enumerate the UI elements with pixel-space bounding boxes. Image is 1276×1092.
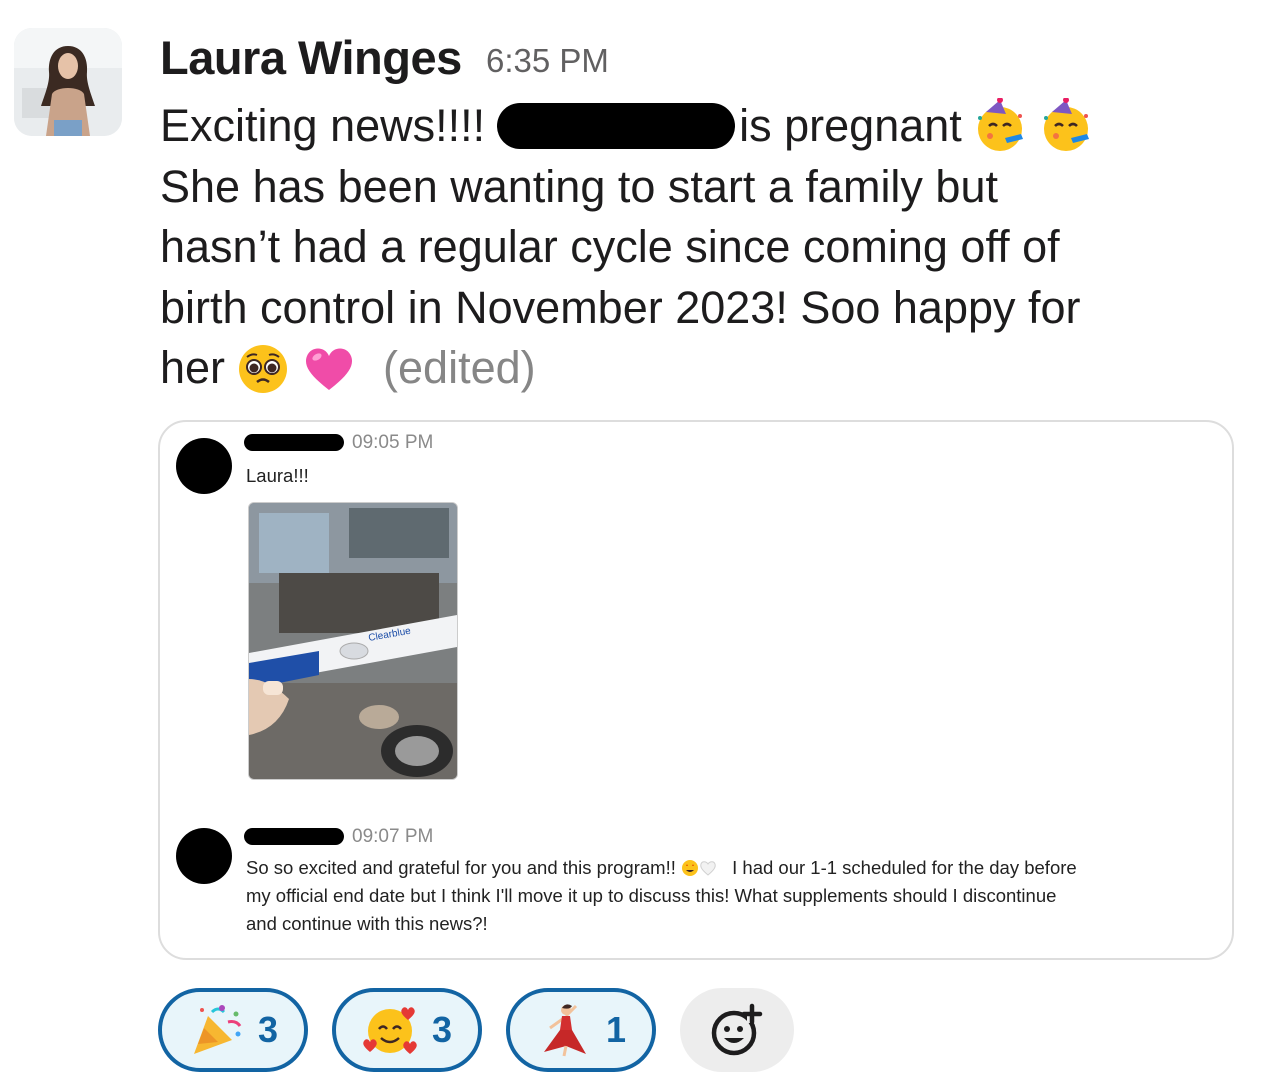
- message-line-2: She has been wanting to start a family b…: [160, 160, 998, 212]
- chat-avatar-redacted: [176, 828, 232, 884]
- white-heart-emoji: [699, 857, 717, 876]
- message-line-1: Exciting news!!!! is pregnant: [160, 96, 1260, 157]
- star-struck-emoji: [681, 857, 699, 876]
- pleading-face-emoji: [235, 340, 291, 396]
- message-text-her: her: [160, 342, 226, 393]
- avatar-photo: [14, 28, 122, 136]
- reactions-bar: 3 3 1: [158, 988, 794, 1072]
- reaction-dancer[interactable]: 1: [506, 988, 656, 1072]
- pink-heart-emoji: [301, 340, 357, 396]
- reaction-smiling-hearts[interactable]: 3: [332, 988, 482, 1072]
- partying-face-emoji: [972, 98, 1028, 154]
- message-line-3: hasn’t had a regular cycle since coming …: [160, 221, 1060, 272]
- smiling-face-with-hearts-emoji: [362, 1002, 418, 1058]
- chat-text-part: and continue with this news?!: [246, 913, 488, 934]
- chat-avatar-redacted: [176, 438, 232, 494]
- chat-message-text: Laura!!!: [246, 465, 309, 486]
- author-name[interactable]: Laura Winges: [160, 30, 462, 85]
- redacted-name: [497, 103, 736, 150]
- chat-text-part: I had our 1-1 scheduled for the day befo…: [732, 857, 1077, 878]
- message-text-start: Exciting news!!!!: [160, 100, 486, 151]
- partying-face-emoji: [1038, 98, 1094, 154]
- message-line-4: birth control in November 2023! Soo happ…: [160, 281, 1081, 333]
- reaction-count: 1: [605, 1009, 627, 1050]
- attached-screenshot[interactable]: 09:05 PM Laura!!! Clearbluе 09:07 PM So …: [158, 420, 1234, 960]
- add-reaction-button[interactable]: [680, 988, 794, 1072]
- pregnancy-test-photo[interactable]: Clearbluе: [248, 502, 458, 780]
- chat-timestamp: 09:05 PM: [352, 432, 434, 453]
- chat-text-part: my official end date but I think I'll mo…: [246, 885, 1057, 906]
- edited-label: (edited): [383, 342, 536, 393]
- chat-message-text: So so excited and grateful for you and t…: [246, 854, 1226, 938]
- chat-name-redacted: [244, 434, 344, 451]
- chat-name-redacted: [244, 828, 344, 845]
- reaction-party-popper[interactable]: 3: [158, 988, 308, 1072]
- dancer-emoji: [536, 1002, 592, 1058]
- chat-timestamp: 09:07 PM: [352, 826, 434, 847]
- user-avatar[interactable]: [14, 28, 122, 136]
- reaction-count: 3: [431, 1009, 453, 1050]
- message-line-5: her (edited): [160, 338, 1260, 399]
- message-text-pregnant: is pregnant: [739, 100, 962, 151]
- message-timestamp[interactable]: 6:35 PM: [486, 42, 609, 80]
- chat-text-part: So so excited and grateful for you and t…: [246, 857, 676, 878]
- message-body: Exciting news!!!! is pregnant She has be…: [160, 96, 1260, 399]
- reaction-count: 3: [257, 1009, 279, 1050]
- party-popper-emoji: [188, 1002, 244, 1058]
- add-emoji-icon: [711, 1003, 763, 1056]
